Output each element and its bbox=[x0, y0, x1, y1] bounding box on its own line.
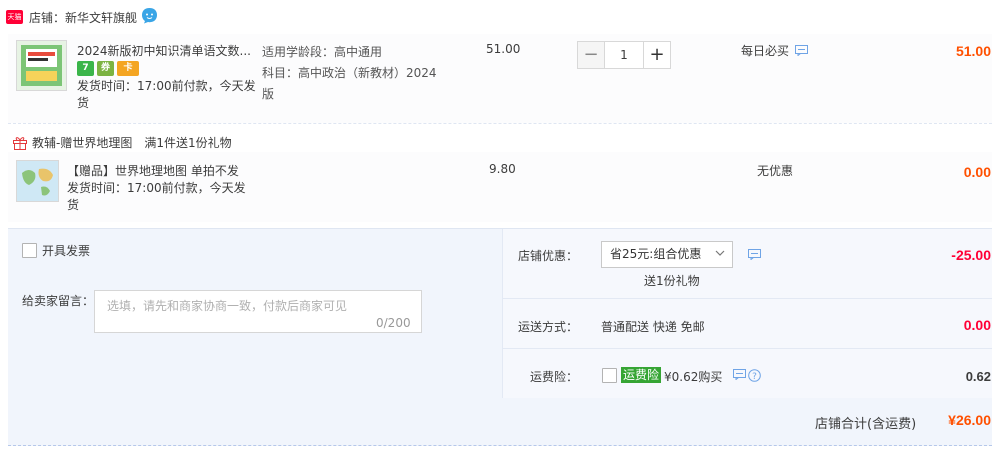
comment-icon[interactable] bbox=[748, 249, 761, 260]
quantity-stepper: − 1 + bbox=[577, 41, 671, 69]
item-promo-label: 每日必买 bbox=[741, 44, 790, 58]
insurance-price: ¥0.62购买 bbox=[664, 370, 723, 384]
quantity-increase-button[interactable]: + bbox=[643, 41, 671, 69]
discount-gift-note: 送1份礼物 bbox=[644, 274, 700, 288]
divider bbox=[502, 298, 992, 299]
gift-promo: 无优惠 bbox=[757, 164, 794, 178]
invoice-label: 开具发票 bbox=[42, 244, 91, 258]
svg-text:?: ? bbox=[752, 372, 757, 382]
invoice-option[interactable]: 开具发票 bbox=[22, 242, 90, 259]
gift-header: 教辅-赠世界地理图 满1件送1份礼物 bbox=[12, 134, 232, 151]
shop-discount-select[interactable]: 省25元:组合优惠 bbox=[601, 241, 733, 268]
item-promo: 每日必买 bbox=[741, 42, 808, 59]
shipping-label: 运送方式： bbox=[517, 320, 578, 334]
shop-total-amount: ¥26.00 bbox=[948, 412, 991, 428]
attr-stage: 适用学龄段：高中通用 bbox=[262, 45, 383, 59]
gift-title[interactable]: 【赠品】世界地理地图 单拍不发 bbox=[67, 162, 239, 179]
gift-ship-time: 发货时间：17:00前付款，今天发货 bbox=[67, 181, 246, 212]
tag-seven-day-return: 7 bbox=[77, 61, 94, 76]
service-tags: 7 券 卡 bbox=[77, 61, 139, 76]
gift-subtotal: 0.00 bbox=[963, 164, 991, 180]
message-label: 给卖家留言： bbox=[22, 294, 95, 308]
shipping-amount: 0.00 bbox=[963, 317, 991, 333]
help-icon[interactable]: ? bbox=[748, 369, 761, 382]
insurance-amount: 0.62 bbox=[965, 369, 991, 384]
divider bbox=[502, 348, 992, 349]
insurance-tag: 运费险 bbox=[621, 367, 662, 383]
comment-icon[interactable] bbox=[733, 369, 746, 380]
product-thumbnail[interactable] bbox=[16, 40, 67, 91]
comment-icon[interactable] bbox=[794, 45, 808, 57]
gift-thumbnail[interactable] bbox=[16, 160, 59, 202]
divider bbox=[8, 123, 992, 124]
gift-icon bbox=[13, 137, 27, 150]
shop-discount-amount: -25.00 bbox=[951, 247, 991, 263]
shop-total-label: 店铺合计(含运费) bbox=[815, 417, 917, 432]
gift-unit-price: 9.80 bbox=[489, 162, 516, 176]
invoice-checkbox[interactable] bbox=[22, 243, 37, 258]
quantity-input[interactable]: 1 bbox=[605, 41, 643, 69]
tag-coupon: 券 bbox=[97, 61, 114, 76]
item-subtotal: 51.00 bbox=[955, 43, 991, 59]
item-attributes: 适用学龄段：高中通用 科目：高中政治（新教材）2024版 bbox=[262, 42, 447, 105]
shop-name[interactable]: 店铺：新华文轩旗舰 bbox=[29, 9, 137, 26]
quantity-decrease-button[interactable]: − bbox=[577, 41, 605, 69]
insurance-checkbox[interactable] bbox=[602, 368, 617, 383]
shop-discount-label: 店铺优惠： bbox=[517, 249, 578, 263]
message-char-count: 0/200 bbox=[376, 316, 411, 330]
item-ship-time: 发货时间：17:00前付款，今天发货 bbox=[77, 79, 256, 110]
shipping-method: 普通配送 快递 免邮 bbox=[601, 320, 705, 334]
tag-card: 卡 bbox=[117, 61, 139, 76]
insurance-label: 运费险： bbox=[529, 370, 578, 384]
tmall-badge: 天猫 bbox=[6, 10, 23, 24]
shop-discount-value: 省25元:组合优惠 bbox=[610, 247, 702, 261]
gift-promo-rule: 满1件送1份礼物 bbox=[144, 136, 232, 150]
item-unit-price: 51.00 bbox=[486, 42, 521, 56]
wangwang-chat-icon[interactable] bbox=[141, 7, 158, 24]
chevron-down-icon bbox=[715, 250, 725, 256]
gift-promo-name: 教辅-赠世界地理图 bbox=[32, 136, 133, 150]
attr-subject: 科目：高中政治（新教材）2024版 bbox=[262, 66, 437, 101]
insurance-icons: ? bbox=[733, 369, 761, 382]
item-title[interactable]: 2024新版初中知识清单语文数... bbox=[77, 42, 257, 59]
message-placeholder: 选填，请先和商家协商一致，付款后商家可见 bbox=[107, 299, 348, 313]
